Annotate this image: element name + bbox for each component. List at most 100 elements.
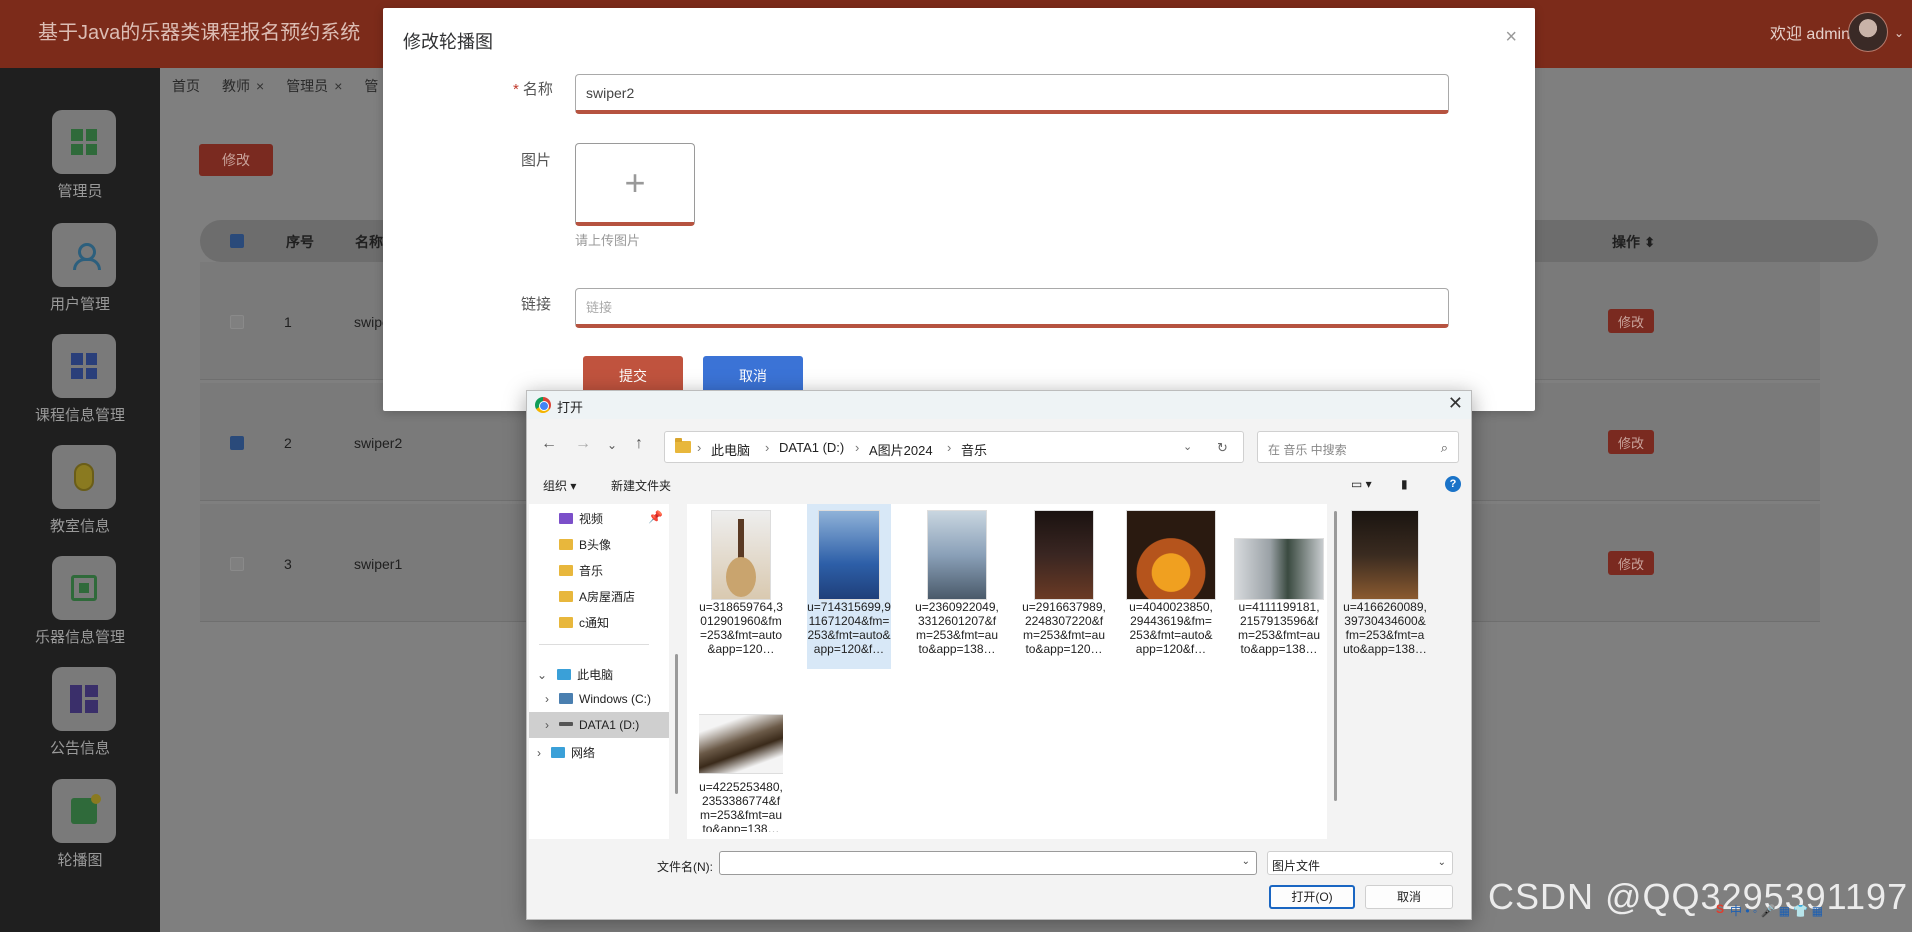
- breadcrumb-item[interactable]: A图片2024: [869, 440, 933, 459]
- row-checkbox[interactable]: [230, 315, 244, 329]
- column-name: 名称: [355, 234, 383, 250]
- file-item[interactable]: u=4111199181,2157913596&fm=253&fmt=auto&…: [1234, 504, 1324, 669]
- chevron-down-icon: ⌄: [537, 668, 548, 682]
- watermark: CSDN @QQ3295391197: [1488, 876, 1909, 917]
- open-file-dialog: 打开 ✕ ← → ⌄ ↑ › 此电脑 › DATA1 (D:) › A图片202…: [526, 390, 1472, 920]
- chevron-down-icon[interactable]: ⌄: [607, 438, 617, 452]
- file-item[interactable]: u=4225253480,2353386774&fm=253&fmt=auto&…: [699, 702, 783, 832]
- refresh-icon[interactable]: ↻: [1217, 440, 1228, 456]
- file-thumbnail: [927, 510, 987, 600]
- column-ops[interactable]: 操作 ⬍: [1612, 232, 1656, 252]
- avatar[interactable]: [1848, 12, 1888, 52]
- filetype-select[interactable]: 图片文件 ⌄: [1267, 851, 1453, 875]
- column-index: 序号: [286, 234, 314, 250]
- address-bar[interactable]: › 此电脑 › DATA1 (D:) › A图片2024 › 音乐 ⌄ ↻: [664, 431, 1244, 463]
- tab-admin[interactable]: 管理员 ×: [274, 70, 352, 100]
- chip-icon: [71, 575, 97, 601]
- open-button[interactable]: 打开(O): [1269, 885, 1355, 909]
- upload-hint: 请上传图片: [575, 233, 641, 248]
- nav-item-folder[interactable]: 音乐: [529, 556, 669, 582]
- nav-item-drive-d[interactable]: › DATA1 (D:): [529, 712, 669, 738]
- row-checkbox[interactable]: [230, 436, 244, 450]
- breadcrumb-item[interactable]: 此电脑: [711, 440, 750, 459]
- file-item[interactable]: u=318659764,3012901960&fm=253&fmt=auto&a…: [699, 504, 783, 669]
- file-thumbnail: [711, 510, 771, 600]
- up-icon[interactable]: ↑: [635, 435, 643, 453]
- nav-item-folder[interactable]: A房屋酒店: [529, 582, 669, 608]
- row-edit-button[interactable]: 修改: [1608, 551, 1654, 575]
- name-input[interactable]: swiper2: [575, 74, 1449, 114]
- nav-item-this-pc[interactable]: ⌄ 此电脑: [529, 660, 669, 686]
- row-index: 2: [284, 435, 292, 451]
- sidebar-item-label: 乐器信息管理: [34, 629, 125, 646]
- sidebar-item-courses[interactable]: 课程信息管理: [0, 334, 160, 434]
- file-item[interactable]: u=2916637989,2248307220&fm=253&fmt=auto&…: [1022, 504, 1106, 669]
- sidebar-item-classrooms[interactable]: 教室信息: [0, 445, 160, 545]
- edit-button[interactable]: 修改: [199, 144, 273, 176]
- nav-scrollbar[interactable]: [673, 504, 681, 839]
- sidebar-item-carousel[interactable]: 轮播图: [0, 779, 160, 879]
- sidebar-item-users[interactable]: 用户管理: [0, 223, 160, 323]
- search-input[interactable]: 在 音乐 中搜索 ⌕: [1257, 431, 1459, 463]
- chevron-right-icon: ›: [947, 440, 952, 455]
- ime-toolbar[interactable]: S 中 • ◦ 🎤 ▦ 👕 ▦: [1716, 902, 1823, 922]
- sidebar-item-instruments[interactable]: 乐器信息管理: [0, 556, 160, 656]
- help-icon[interactable]: ?: [1445, 476, 1461, 492]
- organize-button[interactable]: 组织 ▾: [543, 477, 576, 494]
- breadcrumb-item[interactable]: DATA1 (D:): [779, 440, 844, 455]
- dialog-titlebar: 打开 ✕: [527, 391, 1471, 419]
- nav-item-network[interactable]: › 网络: [529, 738, 669, 764]
- nav-item-folder[interactable]: c通知: [529, 608, 669, 634]
- sidebar: 管理员 用户管理 课程信息管理 教室信息 乐器信息管理 公告信息 轮播图: [0, 68, 160, 932]
- sidebar-item-admin[interactable]: 管理员: [0, 110, 160, 210]
- tab-home[interactable]: 首页: [160, 70, 210, 100]
- sidebar-item-notices[interactable]: 公告信息: [0, 667, 160, 767]
- chevron-down-icon[interactable]: ⌄: [1242, 856, 1250, 867]
- sidebar-item-label: 公告信息: [49, 740, 110, 757]
- folder-icon: [559, 591, 573, 602]
- chevron-down-icon[interactable]: ⌄: [1183, 440, 1192, 453]
- view-icon[interactable]: ▭ ▾: [1351, 477, 1372, 491]
- file-list: u=318659764,3012901960&fm=253&fmt=auto&a…: [687, 504, 1427, 839]
- new-folder-button[interactable]: 新建文件夹: [611, 477, 671, 494]
- link-input[interactable]: 链接: [575, 288, 1449, 328]
- file-name: u=4040023850,29443619&fm=253&fmt=auto&ap…: [1129, 600, 1213, 656]
- welcome-text: 欢迎 admin: [1769, 26, 1850, 43]
- close-icon[interactable]: ×: [1505, 26, 1517, 49]
- file-list-scrollbar[interactable]: [1333, 511, 1339, 801]
- dialog-cancel-button[interactable]: 取消: [1365, 885, 1453, 909]
- close-icon[interactable]: ×: [334, 78, 342, 94]
- close-icon[interactable]: ×: [256, 78, 264, 94]
- back-icon[interactable]: ←: [541, 435, 557, 453]
- row-edit-button[interactable]: 修改: [1608, 309, 1654, 333]
- filename-input[interactable]: ⌄: [719, 851, 1257, 875]
- image-label: 图片: [521, 152, 552, 169]
- nav-item-drive-c[interactable]: › Windows (C:): [529, 686, 669, 712]
- file-thumbnail: [1126, 510, 1216, 600]
- file-thumbnail: [1234, 538, 1324, 600]
- chevron-down-icon[interactable]: ⌄: [1894, 26, 1904, 40]
- preview-pane-icon[interactable]: ▮: [1401, 477, 1408, 491]
- chevron-right-icon: ›: [855, 440, 860, 455]
- close-icon[interactable]: ✕: [1448, 393, 1463, 414]
- nav-item-folder[interactable]: B头像: [529, 530, 669, 556]
- file-item[interactable]: u=714315699,911671204&fm=253&fmt=auto&ap…: [807, 504, 891, 669]
- file-thumbnail: [1351, 510, 1419, 600]
- ime-status: 中 • ◦ 🎤 ▦ 👕 ▦: [1730, 904, 1824, 918]
- row-index: 3: [284, 556, 292, 572]
- network-icon: [551, 747, 565, 758]
- file-item[interactable]: u=2360922049,3312601207&fm=253&fmt=auto&…: [915, 504, 999, 669]
- file-item[interactable]: u=4040023850,29443619&fm=253&fmt=auto&ap…: [1126, 504, 1216, 669]
- chevron-right-icon: ›: [537, 746, 541, 760]
- grid-icon: [71, 129, 97, 155]
- select-all-checkbox[interactable]: [230, 234, 244, 248]
- row-edit-button[interactable]: 修改: [1608, 430, 1654, 454]
- forward-icon[interactable]: →: [575, 435, 591, 453]
- image-upload-button[interactable]: +: [575, 143, 695, 226]
- file-item[interactable]: u=4166260089,39730434600&fm=253&fmt=auto…: [1343, 504, 1427, 669]
- drive-icon: [559, 693, 573, 704]
- row-checkbox[interactable]: [230, 557, 244, 571]
- breadcrumb-item[interactable]: 音乐: [961, 440, 987, 459]
- nav-item-videos[interactable]: 视频 📌: [529, 504, 669, 530]
- tab-teacher[interactable]: 教师 ×: [210, 70, 274, 100]
